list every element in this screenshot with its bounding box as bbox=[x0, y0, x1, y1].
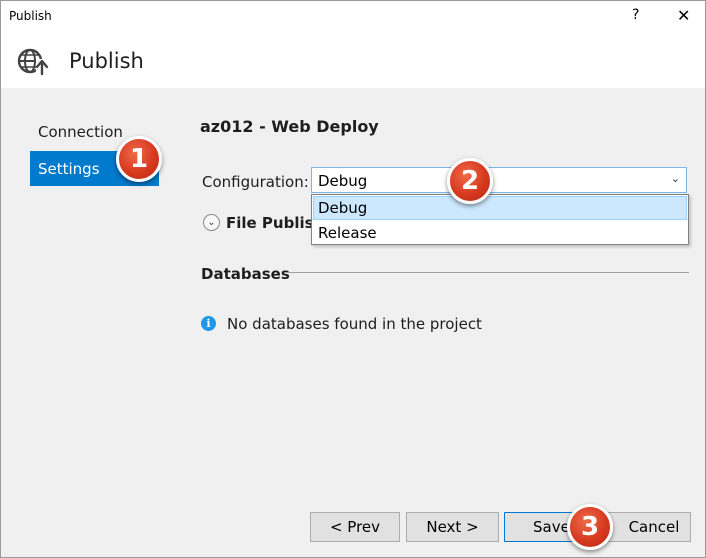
databases-heading: Databases bbox=[201, 265, 290, 283]
step-badge-3: 3 bbox=[567, 504, 613, 550]
nav-item-settings-label: Settings bbox=[38, 160, 100, 178]
publish-dialog: Publish ? ✕ Publish Connection Settings … bbox=[0, 0, 706, 558]
file-publish-options-label[interactable]: File Publish bbox=[226, 214, 324, 232]
nav-item-connection[interactable]: Connection bbox=[38, 123, 123, 141]
dialog-header: Publish bbox=[1, 31, 705, 88]
dropdown-option-label: Debug bbox=[318, 199, 368, 217]
step-badge-2: 2 bbox=[447, 158, 493, 204]
header-title: Publish bbox=[69, 49, 144, 73]
dropdown-option-label: Release bbox=[318, 224, 377, 242]
step-badge-1: 1 bbox=[116, 136, 162, 182]
profile-title: az012 - Web Deploy bbox=[200, 117, 379, 136]
prev-button[interactable]: < Prev bbox=[310, 512, 400, 542]
info-icon: i bbox=[201, 316, 216, 331]
help-button[interactable]: ? bbox=[632, 7, 639, 23]
chevron-down-icon: ⌄ bbox=[670, 172, 680, 185]
configuration-label: Configuration: bbox=[202, 173, 309, 191]
next-button[interactable]: Next > bbox=[406, 512, 499, 542]
databases-message: No databases found in the project bbox=[227, 315, 482, 333]
globe-publish-icon bbox=[17, 48, 49, 76]
configuration-value: Debug bbox=[318, 172, 368, 190]
section-divider bbox=[287, 272, 689, 273]
title-bar: Publish ? ✕ bbox=[1, 1, 705, 31]
configuration-select[interactable]: Debug ⌄ bbox=[311, 167, 687, 193]
window-title: Publish bbox=[9, 9, 52, 23]
configuration-dropdown-list: Debug Release bbox=[311, 194, 689, 245]
close-button[interactable]: ✕ bbox=[677, 6, 690, 25]
dropdown-option-debug[interactable]: Debug bbox=[313, 196, 687, 220]
expand-file-publish-icon[interactable]: ⌄ bbox=[203, 214, 220, 231]
dropdown-option-release[interactable]: Release bbox=[313, 221, 687, 245]
